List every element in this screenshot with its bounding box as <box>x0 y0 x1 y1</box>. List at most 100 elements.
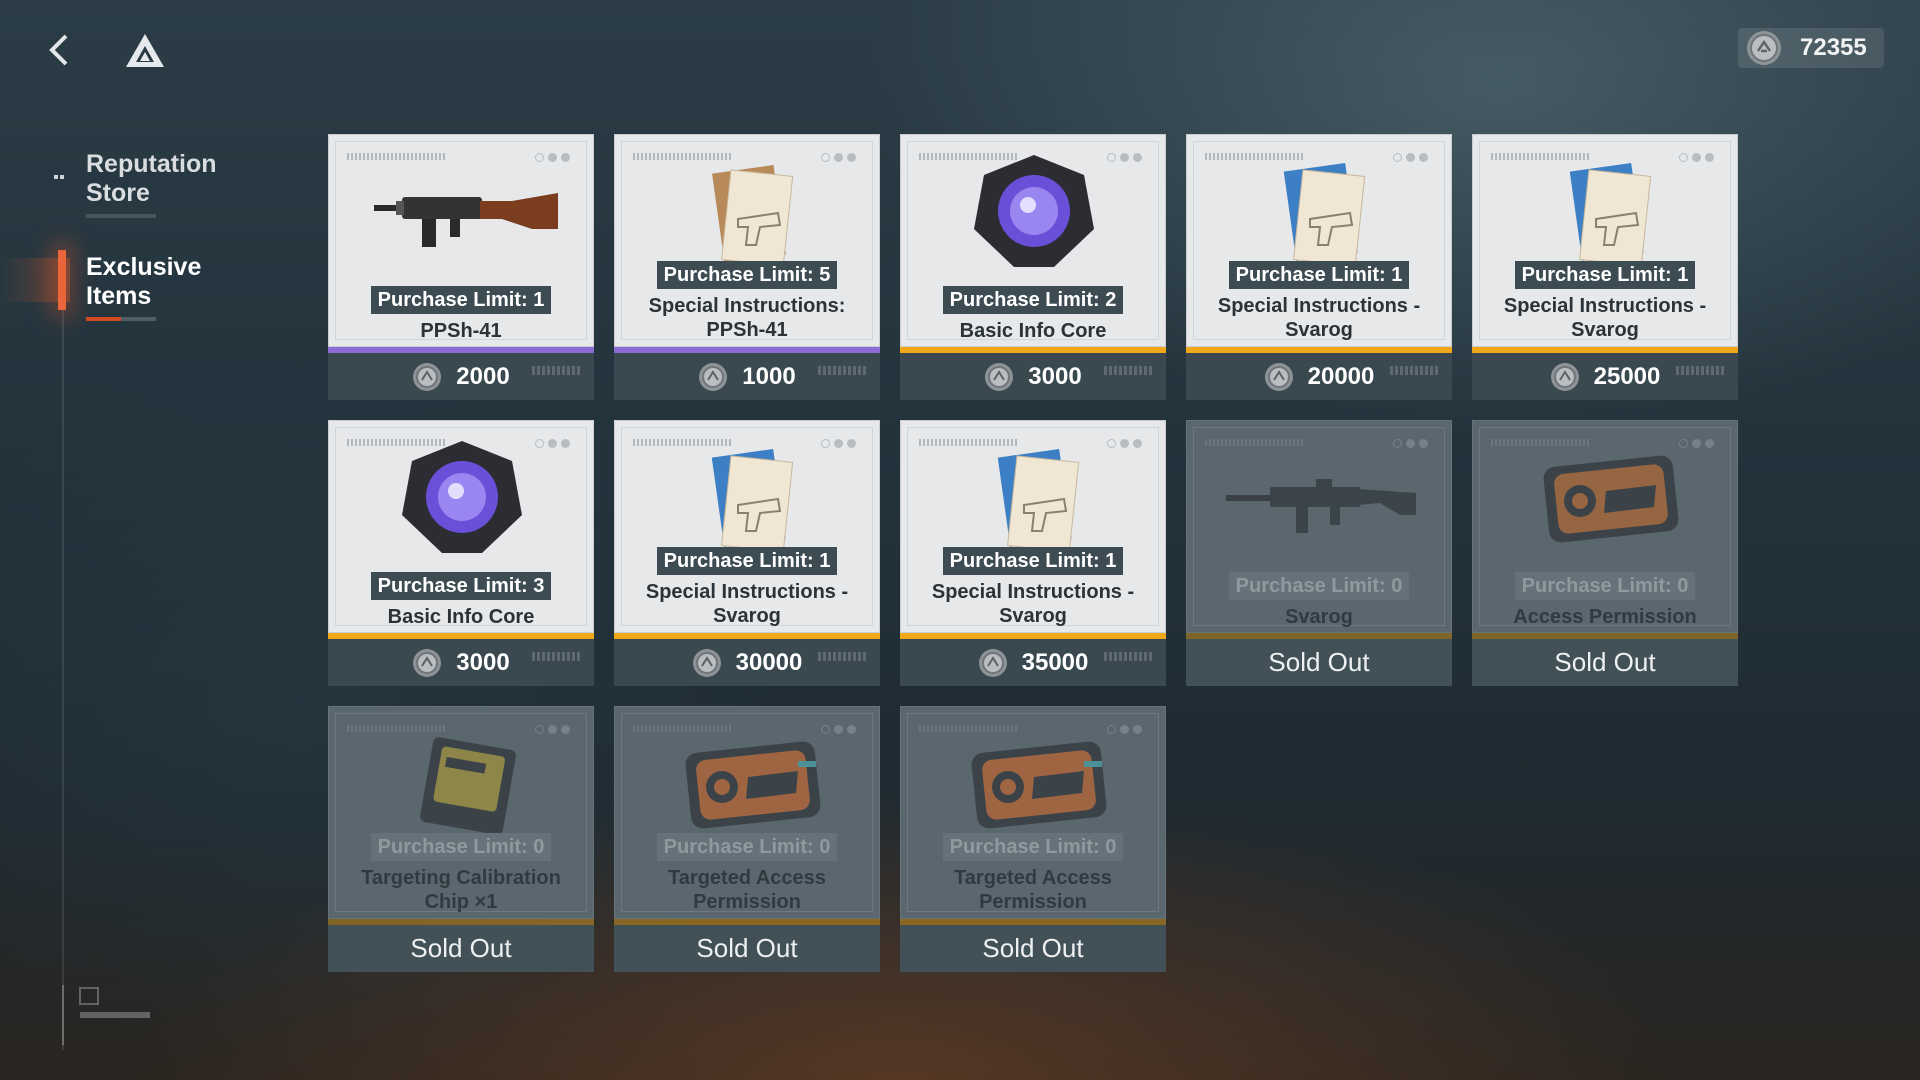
price-value: 3000 <box>456 648 510 676</box>
sidebar-item-label: Reputation Store <box>86 150 217 207</box>
purchase-limit-label: Purchase Limit: 1 <box>1514 261 1696 289</box>
card-footer: Sold Out <box>1186 639 1452 686</box>
purchase-limit-label: Purchase Limit: 0 <box>656 833 838 861</box>
sidebar-item-underline <box>86 317 156 321</box>
footer-decoration <box>1104 366 1154 375</box>
price: 35000 <box>900 639 1166 686</box>
card-footer: 3000 <box>900 353 1166 400</box>
shop-item-card[interactable]: Purchase Limit: 1 Special Instructions -… <box>1186 134 1452 400</box>
item-name: Special Instructions - Svarog <box>931 581 1135 627</box>
purchase-limit-label: Purchase Limit: 0 <box>1514 572 1696 600</box>
sold-out-label: Sold Out <box>410 933 512 963</box>
shop-item-card[interactable]: Purchase Limit: 1 PPSh-41 2000 <box>328 134 594 400</box>
price-value: 2000 <box>456 362 510 390</box>
card-footer: Sold Out <box>1472 639 1738 686</box>
card-footer: Sold Out <box>614 925 880 972</box>
card-panel: Purchase Limit: 0 Access Permission <box>1472 420 1738 633</box>
footer-decoration <box>1104 652 1154 661</box>
price: 3000 <box>900 353 1166 400</box>
access-card-icon <box>1543 455 1679 543</box>
access-card-icon <box>971 741 1107 829</box>
purchase-limit-label: Purchase Limit: 0 <box>1228 572 1410 600</box>
footer-decoration <box>532 652 582 661</box>
shop-item-card[interactable]: Purchase Limit: 1 Special Instructions -… <box>900 420 1166 686</box>
blueprint-icon <box>711 449 794 553</box>
blueprint-icon <box>1283 163 1366 267</box>
coin-icon <box>985 362 1014 391</box>
shop-item-card[interactable]: Purchase Limit: 5 Special Instructions: … <box>614 134 880 400</box>
item-name: Basic Info Core <box>959 320 1107 342</box>
coin-icon <box>1747 31 1781 65</box>
card-panel: Purchase Limit: 0 Targeted Access Permis… <box>614 706 880 919</box>
item-name: Targeted Access Permission <box>668 867 826 913</box>
shop-item-card[interactable]: Purchase Limit: 3 Basic Info Core 3000 <box>328 420 594 686</box>
card-panel: Purchase Limit: 1 Special Instructions -… <box>614 420 880 633</box>
shop-item-card[interactable]: Purchase Limit: 1 Special Instructions -… <box>614 420 880 686</box>
purchase-limit-label: Purchase Limit: 0 <box>942 833 1124 861</box>
item-name: Special Instructions - Svarog <box>645 581 849 627</box>
shop-item-card[interactable]: Purchase Limit: 0 Targeted Access Permis… <box>614 706 880 972</box>
coin-icon <box>699 362 728 391</box>
info-core-icon <box>402 441 522 553</box>
item-name: Special Instructions: PPSh-41 <box>648 295 846 341</box>
shop-item-card[interactable]: Purchase Limit: 0 Targeting Calibration … <box>328 706 594 972</box>
footer-decoration <box>1676 366 1726 375</box>
sidebar-item-exclusive-items[interactable]: Exclusive Items <box>86 253 226 321</box>
rifle-icon <box>1226 479 1416 533</box>
price-value: 35000 <box>1021 648 1089 676</box>
footer-decoration <box>532 366 582 375</box>
price-value: 20000 <box>1307 362 1375 390</box>
purchase-limit-label: Purchase Limit: 3 <box>370 572 552 600</box>
sidebar-item-underline <box>86 214 156 218</box>
purchase-limit-label: Purchase Limit: 1 <box>1228 261 1410 289</box>
coin-icon <box>1264 362 1293 391</box>
sidebar-item-reputation-store[interactable]: Reputation Store <box>86 150 266 218</box>
nav-dot <box>60 175 64 179</box>
info-core-icon <box>974 155 1094 267</box>
purchase-limit-label: Purchase Limit: 5 <box>656 261 838 289</box>
bottom-left-line <box>62 985 64 1045</box>
card-panel: Purchase Limit: 3 Basic Info Core <box>328 420 594 633</box>
coin-icon <box>978 648 1007 677</box>
back-button[interactable] <box>40 28 80 72</box>
shop-item-card[interactable]: Purchase Limit: 0 Targeted Access Permis… <box>900 706 1166 972</box>
active-indicator <box>58 250 66 310</box>
price: 30000 <box>614 639 880 686</box>
top-bar: 72355 <box>0 0 1920 100</box>
shop-item-card[interactable]: Purchase Limit: 0 Svarog Sold Out <box>1186 420 1452 686</box>
card-panel: Purchase Limit: 1 Special Instructions -… <box>1472 134 1738 347</box>
price: 25000 <box>1472 353 1738 400</box>
sidebar-item-label: Exclusive Items <box>86 253 202 310</box>
purchase-limit-label: Purchase Limit: 2 <box>942 286 1124 314</box>
item-name: Basic Info Core <box>387 606 535 628</box>
triangle-logo-icon <box>124 32 166 70</box>
purchase-limit-label: Purchase Limit: 1 <box>942 547 1124 575</box>
price: 3000 <box>328 639 594 686</box>
price-value: 3000 <box>1028 362 1082 390</box>
access-card-icon <box>685 741 821 829</box>
shop-item-card[interactable]: Purchase Limit: 0 Access Permission Sold… <box>1472 420 1738 686</box>
item-name: Targeted Access Permission <box>954 867 1112 913</box>
chevron-left-icon <box>49 34 68 66</box>
coin-icon <box>1550 362 1579 391</box>
blueprint-icon <box>1569 163 1652 267</box>
item-name: Special Instructions - Svarog <box>1503 295 1707 341</box>
item-name: PPSh-41 <box>420 320 502 342</box>
nav-dot <box>54 175 58 179</box>
card-footer: 30000 <box>614 639 880 686</box>
price: 2000 <box>328 353 594 400</box>
card-panel: Purchase Limit: 0 Targeted Access Permis… <box>900 706 1166 919</box>
item-name: Targeting Calibration Chip ×1 <box>361 867 561 913</box>
coin-icon <box>413 648 442 677</box>
card-panel: Purchase Limit: 2 Basic Info Core <box>900 134 1166 347</box>
shop-item-card[interactable]: Purchase Limit: 2 Basic Info Core 3000 <box>900 134 1166 400</box>
sold-out-label: Sold Out <box>1268 647 1370 677</box>
price-value: 30000 <box>735 648 803 676</box>
currency-amount: 72355 <box>1800 34 1867 61</box>
card-footer: Sold Out <box>900 925 1166 972</box>
price-value: 25000 <box>1593 362 1661 390</box>
price: 20000 <box>1186 353 1452 400</box>
footer-decoration <box>818 652 868 661</box>
footer-decoration <box>818 366 868 375</box>
shop-item-card[interactable]: Purchase Limit: 1 Special Instructions -… <box>1472 134 1738 400</box>
